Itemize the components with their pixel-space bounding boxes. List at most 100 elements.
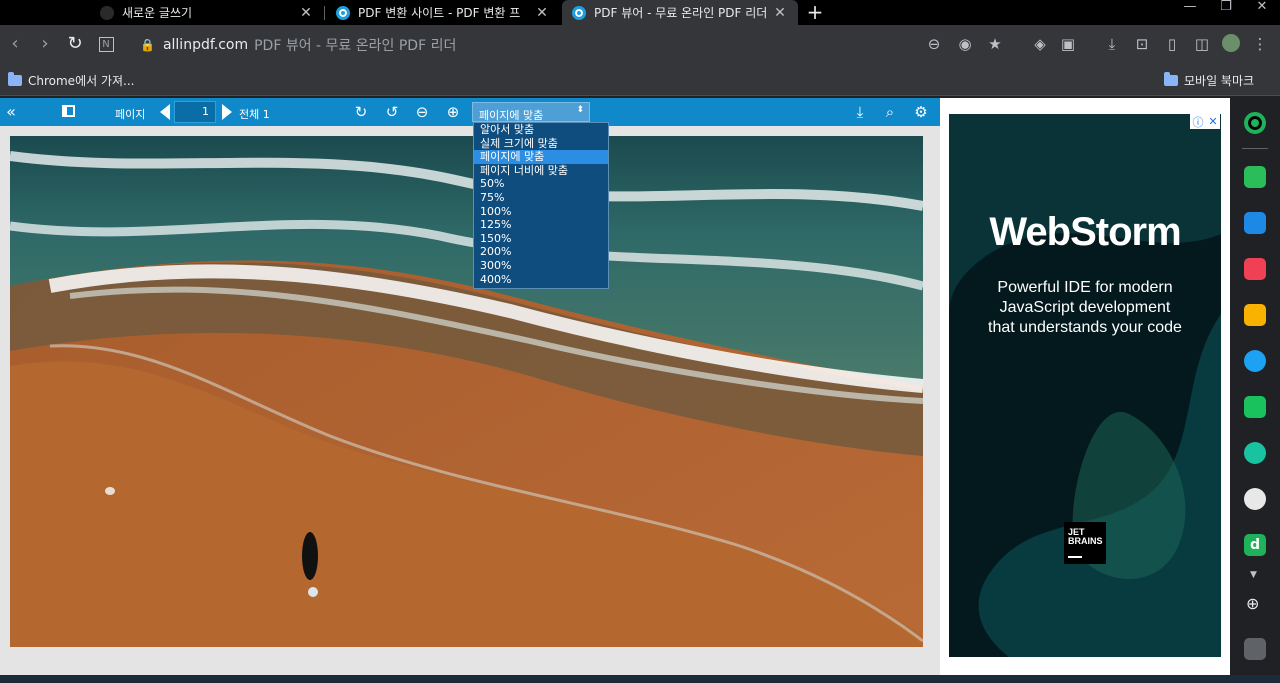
zoom-option-page-width[interactable]: 페이지 너비에 맞춤 — [474, 164, 608, 178]
edge-browser-icon[interactable] — [1244, 350, 1266, 372]
next-page-icon[interactable] — [222, 104, 232, 120]
close-tab-icon[interactable]: ✕ — [298, 5, 314, 21]
folder-icon — [1164, 72, 1178, 86]
settings-gear-icon[interactable]: ⚙ — [912, 103, 930, 121]
zoom-in-icon[interactable]: ⊕ — [444, 103, 462, 121]
browser-sidebar: d ▼ ⊕ — [1230, 98, 1280, 675]
add-app-icon[interactable]: ⊕ — [1246, 594, 1259, 613]
collapse-double-chevron-icon[interactable]: « — [2, 103, 20, 121]
zoom-option-300[interactable]: 300% — [474, 259, 608, 273]
download-icon[interactable]: ⤓ — [851, 103, 869, 121]
zoom-select[interactable]: 페이지에 맞춤 ⬍ — [472, 102, 590, 122]
reload-icon[interactable]: ↻ — [64, 33, 86, 55]
ad-choices-button[interactable]: ⓘ ✕ — [1190, 114, 1220, 129]
zoom-select-value: 페이지에 맞춤 — [479, 109, 544, 122]
reading-mode-icon[interactable]: ▯ — [1162, 34, 1182, 54]
zoom-option-125[interactable]: 125% — [474, 218, 608, 232]
screenshot-icon[interactable]: ⊡ — [1132, 34, 1152, 54]
zoom-option-50[interactable]: 50% — [474, 177, 608, 191]
chatbot-avatar-icon[interactable] — [1244, 488, 1266, 510]
profile-avatar[interactable] — [1222, 34, 1240, 52]
bookmark-folder-imported[interactable]: Chrome에서 가져... — [8, 72, 135, 89]
rotate-counterclockwise-icon[interactable]: ↺ — [383, 103, 401, 121]
folder-icon — [8, 72, 22, 86]
ad-description-line: Powerful IDE for modern — [997, 279, 1173, 296]
notification-bell-icon[interactable] — [1244, 166, 1266, 188]
close-tab-icon[interactable]: ✕ — [534, 5, 550, 21]
memo-icon[interactable] — [1244, 396, 1266, 418]
allinpdf-favicon-icon — [572, 5, 586, 20]
tab-title: PDF 뷰어 - 무료 온라인 PDF 리더 — [594, 6, 768, 20]
bookmark-label: 모바일 북마크 — [1184, 74, 1255, 88]
tab-divider — [324, 6, 325, 20]
tab-title: PDF 변환 사이트 - PDF 변환 프 — [358, 6, 521, 20]
jetbrains-logo: JET BRAINS — [1064, 522, 1106, 564]
restore-button[interactable]: ❐ — [1210, 0, 1242, 25]
ad-background — [949, 114, 1221, 657]
media-play-icon[interactable] — [1244, 442, 1266, 464]
pocket-icon[interactable] — [1244, 258, 1266, 280]
new-tab-button[interactable]: + — [804, 0, 826, 25]
star-icon[interactable]: ★ — [985, 34, 1005, 54]
pocket-icon[interactable]: ◉ — [955, 34, 975, 54]
blog-favicon-icon — [100, 5, 114, 20]
zoom-option-actual-size[interactable]: 실제 크기에 맞춤 — [474, 137, 608, 151]
tab-title: 새로운 글쓰기 — [122, 6, 193, 20]
favorites-star-icon[interactable] — [1244, 304, 1266, 326]
url-page-title: PDF 뷰어 - 무료 온라인 PDF 리더 — [254, 37, 457, 54]
forward-icon[interactable]: › — [34, 33, 56, 55]
address-bar[interactable]: 🔒 allinpdf.com PDF 뷰어 - 무료 온라인 PDF 리더 — [128, 31, 940, 58]
more-chevron-icon[interactable]: ▼ — [1250, 570, 1257, 580]
webstorm-ad[interactable]: WebStorm Powerful IDE for modern JavaScr… — [949, 114, 1221, 657]
pdf-page-beach-photo — [10, 136, 923, 647]
prev-page-icon[interactable] — [160, 104, 170, 120]
share-icon[interactable]: ◈ — [1030, 34, 1050, 54]
whale-assistant-icon[interactable] — [1244, 112, 1266, 134]
back-icon[interactable]: ‹ — [4, 33, 26, 55]
select-caret-icon: ⬍ — [576, 105, 584, 115]
mail-inbox-icon[interactable] — [1244, 212, 1266, 234]
zoom-option-page-fit[interactable]: 페이지에 맞춤 — [474, 150, 608, 164]
allinpdf-favicon-icon — [336, 5, 350, 20]
zoom-option-auto[interactable]: 알아서 맞춤 — [474, 123, 608, 137]
sidebar-toggle-icon[interactable]: ◫ — [1192, 34, 1212, 54]
tab-pdf-viewer[interactable]: PDF 뷰어 - 무료 온라인 PDF 리더 ✕ — [562, 0, 798, 25]
ad-description: Powerful IDE for modern JavaScript devel… — [949, 278, 1221, 338]
tab-new-post[interactable]: 새로운 글쓰기 ✕ — [90, 0, 324, 25]
zoom-option-75[interactable]: 75% — [474, 191, 608, 205]
bookmark-folder-mobile[interactable]: 모바일 북마크 — [1164, 72, 1254, 89]
dict-d-icon[interactable]: d — [1244, 534, 1266, 556]
search-icon[interactable]: ⌕ — [881, 103, 899, 121]
logo-text-line: BRAINS — [1068, 536, 1103, 546]
zoom-out-icon[interactable]: ⊖ — [924, 34, 944, 54]
page-label: 페이지 — [115, 108, 146, 121]
rotate-clockwise-icon[interactable]: ↻ — [352, 103, 370, 121]
ad-description-line: JavaScript development — [999, 299, 1171, 316]
zoom-option-400[interactable]: 400% — [474, 273, 608, 287]
close-window-button[interactable]: ✕ — [1246, 0, 1278, 25]
close-ad-icon[interactable]: ✕ — [1208, 115, 1217, 128]
bookmark-label: Chrome에서 가져... — [28, 74, 135, 88]
lock-icon: 🔒 — [140, 37, 155, 52]
tab-pdf-convert[interactable]: PDF 변환 사이트 - PDF 변환 프 ✕ — [326, 0, 560, 25]
sidebar-panel-icon[interactable] — [59, 103, 77, 121]
browser-toolbar: ‹ › ↻ N 🔒 allinpdf.com PDF 뷰어 - 무료 온라인 P… — [0, 25, 1280, 64]
reader-icon[interactable]: N — [95, 33, 117, 55]
pin-icon[interactable] — [1244, 638, 1266, 660]
info-icon[interactable]: ⓘ — [1192, 114, 1203, 130]
zoom-option-150[interactable]: 150% — [474, 232, 608, 246]
minimize-button[interactable]: — — [1174, 0, 1206, 25]
zoom-option-200[interactable]: 200% — [474, 245, 608, 259]
zoom-out-icon[interactable]: ⊖ — [413, 103, 431, 121]
close-tab-icon[interactable]: ✕ — [772, 5, 788, 21]
page-number-input[interactable]: 1 — [174, 101, 216, 123]
pdf-viewer: « 페이지 1 전체 1 ↻ ↺ ⊖ ⊕ 페이지에 맞춤 ⬍ ⤓ ⌕ ⚙ 알아서… — [0, 98, 940, 675]
menu-icon[interactable]: ⋮ — [1250, 34, 1270, 54]
tab-strip: 새로운 글쓰기 ✕ PDF 변환 사이트 - PDF 변환 프 ✕ PDF 뷰어… — [0, 0, 1280, 25]
zoom-option-100[interactable]: 100% — [474, 205, 608, 219]
ad-description-line: that understands your code — [988, 319, 1182, 336]
extension-icon[interactable]: ▣ — [1058, 34, 1078, 54]
url-domain: allinpdf.com — [162, 36, 249, 53]
download-icon[interactable]: ⤓ — [1102, 34, 1122, 54]
beach-aerial-image — [10, 136, 923, 647]
